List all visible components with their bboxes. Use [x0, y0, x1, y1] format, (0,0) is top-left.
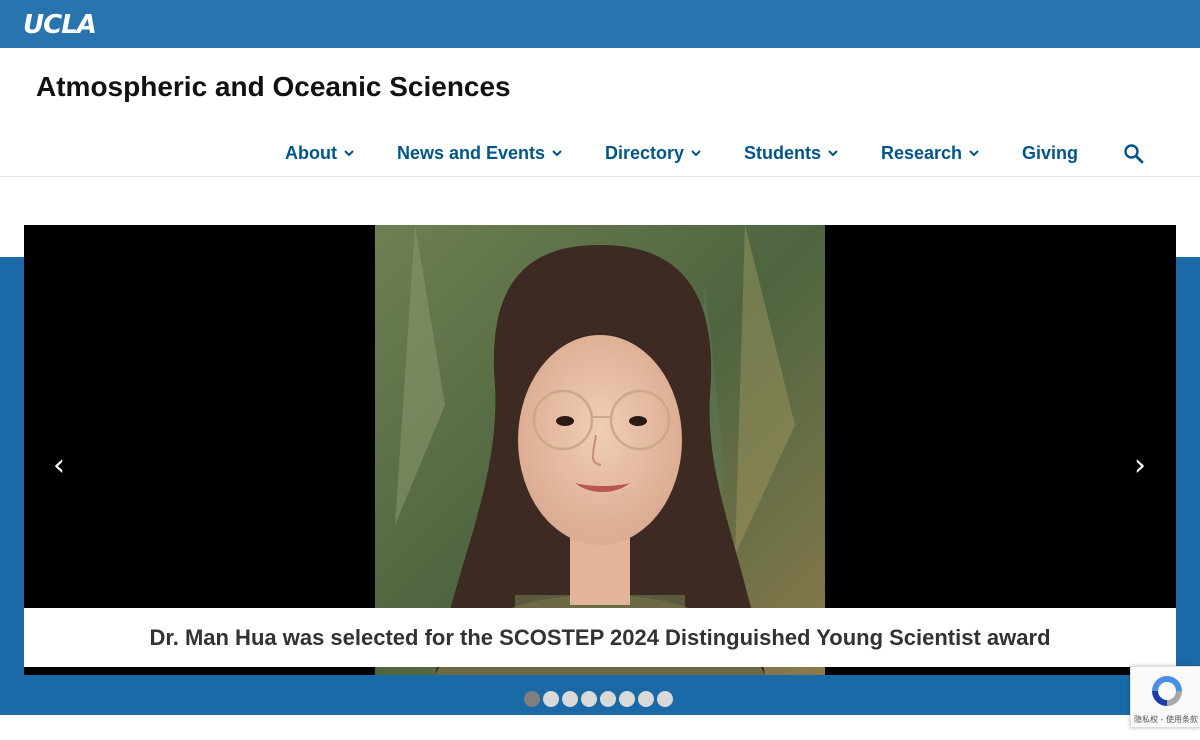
site-title[interactable]: Atmospheric and Oceanic Sciences	[36, 70, 511, 104]
header-divider	[0, 176, 1200, 177]
recaptcha-terms[interactable]: 隐私权 - 使用条款	[1134, 714, 1198, 725]
slider-dot[interactable]	[619, 691, 635, 707]
slide-caption[interactable]: Dr. Man Hua was selected for the SCOSTEP…	[24, 608, 1176, 667]
slider-dot[interactable]	[657, 691, 673, 707]
nav-item-label: Research	[881, 142, 963, 163]
ucla-top-bar: UCLA	[0, 0, 1200, 48]
nav-item-label: Giving	[1022, 142, 1079, 163]
nav-item-about[interactable]: About	[285, 140, 354, 166]
news-slider[interactable]: ‹ › Dr. Man Hua was selected for the SCO…	[24, 225, 1176, 675]
slider-dot[interactable]	[562, 691, 578, 707]
slider-dot[interactable]	[600, 691, 616, 707]
nav-item-label: Directory	[605, 142, 685, 163]
search-icon[interactable]	[1123, 143, 1145, 165]
chevron-down-icon	[344, 150, 354, 157]
nav-item-research[interactable]: Research	[881, 140, 979, 166]
slider-prev-button[interactable]: ‹	[53, 451, 65, 481]
slider-dot[interactable]	[638, 691, 654, 707]
slider-dot[interactable]	[581, 691, 597, 707]
nav-item-label: About	[285, 142, 337, 163]
chevron-down-icon	[691, 150, 701, 157]
chevron-down-icon	[969, 150, 979, 157]
nav-item-news-and-events[interactable]: News and Events	[397, 140, 562, 166]
recaptcha-badge[interactable]: 隐私权 - 使用条款	[1130, 666, 1200, 728]
slider-dot[interactable]	[543, 691, 559, 707]
recaptcha-icon	[1152, 676, 1182, 706]
nav-item-label: Students	[744, 142, 822, 163]
chevron-down-icon	[552, 150, 562, 157]
chevron-down-icon	[828, 150, 838, 157]
slider-pagination	[524, 691, 673, 707]
slider-dot[interactable]	[524, 691, 540, 707]
nav-item-directory[interactable]: Directory	[605, 140, 701, 166]
slide-caption-text[interactable]: Dr. Man Hua was selected for the SCOSTEP…	[149, 624, 1050, 652]
nav-item-label: News and Events	[397, 142, 546, 163]
nav-item-giving[interactable]: Giving	[1022, 140, 1078, 166]
slider-next-button[interactable]: ›	[1134, 451, 1146, 481]
ucla-logo[interactable]: UCLA	[23, 9, 97, 41]
nav-item-students[interactable]: Students	[744, 140, 838, 166]
